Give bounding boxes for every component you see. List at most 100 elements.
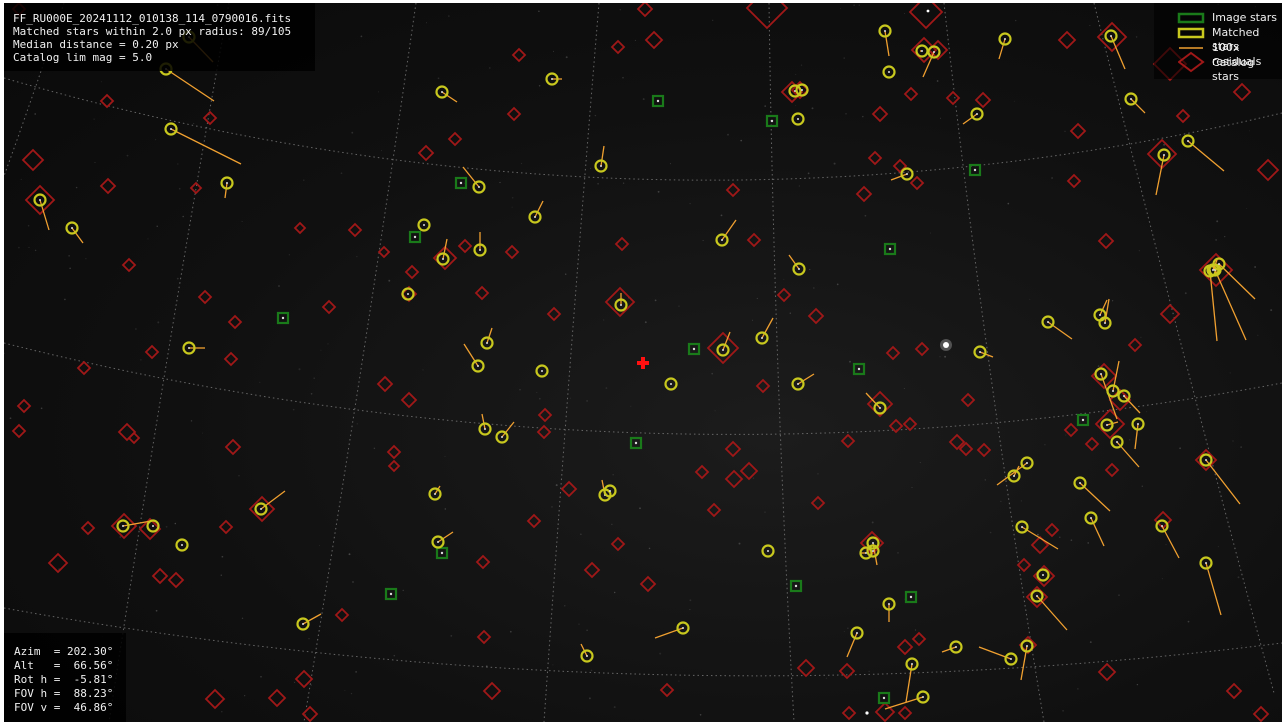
image-star-dot xyxy=(692,347,696,351)
catalog-star-marker xyxy=(796,658,816,678)
matched-star-dot xyxy=(71,227,73,229)
background-noise-dot xyxy=(789,312,791,314)
catalog-star-marker xyxy=(400,391,418,409)
grid-line-azimuth xyxy=(768,3,795,722)
star-dot xyxy=(926,9,930,13)
catalog-star-marker xyxy=(636,3,654,18)
fov-v-text: FOV v = 46.86° xyxy=(14,701,114,714)
matched-star-dot xyxy=(761,337,763,339)
background-noise-dot xyxy=(34,113,37,115)
background-noise-dot xyxy=(319,545,321,546)
matched-star-dot xyxy=(1137,423,1139,425)
background-noise-dot xyxy=(825,677,827,679)
lim-mag-text: Catalog lim mag = 5.0 xyxy=(13,51,153,64)
catalog-star-marker xyxy=(267,688,287,708)
matched-star-dot xyxy=(122,525,124,527)
catalog-star-marker xyxy=(511,47,527,63)
background-noise-dot xyxy=(619,9,621,11)
background-noise-dot xyxy=(764,105,767,107)
background-noise-dot xyxy=(689,609,691,611)
background-noise-dot xyxy=(764,511,766,513)
background-noise-dot xyxy=(862,115,864,118)
catalog-star-marker xyxy=(909,175,925,191)
background-noise-dot xyxy=(839,8,841,10)
background-noise-dot xyxy=(1020,500,1022,502)
catalog-star-marker xyxy=(1252,705,1270,722)
background-noise-dot xyxy=(1237,576,1240,579)
background-noise-dot xyxy=(817,473,819,475)
matched-star-dot xyxy=(722,349,724,351)
yellow-ring-icon xyxy=(1177,27,1205,39)
background-noise-dot xyxy=(1257,334,1259,336)
catalog-star-marker xyxy=(560,480,578,498)
background-noise-dot xyxy=(594,114,597,117)
catalog-star-marker xyxy=(127,431,141,445)
background-noise-dot xyxy=(308,638,310,640)
matched-star-dot xyxy=(1104,322,1106,324)
background-noise-dot xyxy=(603,319,605,321)
background-noise-dot xyxy=(689,599,692,602)
background-noise-dot xyxy=(34,249,37,252)
matched-star-dot xyxy=(797,118,799,120)
residual-line xyxy=(600,145,605,167)
matched-star-dot xyxy=(797,383,799,385)
matched-star-dot xyxy=(921,50,923,52)
background-noise-dot xyxy=(1059,536,1061,539)
catalog-star-marker xyxy=(1016,557,1032,573)
matched-star-dot xyxy=(1079,482,1081,484)
matched-star-dot xyxy=(423,224,425,226)
catalog-star-marker xyxy=(99,177,117,195)
catalog-star-marker xyxy=(706,331,740,365)
background-noise-dot xyxy=(310,684,312,686)
matched-star-dot xyxy=(1163,154,1165,156)
background-noise-dot xyxy=(555,484,558,487)
image-star-dot xyxy=(656,99,660,103)
catalog-star-marker xyxy=(1044,522,1060,538)
catalog-star-marker xyxy=(1057,30,1077,50)
catalog-star-marker xyxy=(1104,462,1120,478)
background-noise-dot xyxy=(590,167,592,169)
matched-star-dot xyxy=(609,490,611,492)
matched-star-dot xyxy=(486,342,488,344)
background-noise-dot xyxy=(340,172,343,175)
matched-star-dot xyxy=(1212,269,1214,271)
background-noise-dot xyxy=(849,360,851,363)
background-noise-dot xyxy=(182,215,184,218)
grid-line-azimuth xyxy=(543,3,600,722)
catalog-star-marker xyxy=(755,378,771,394)
background-noise-dot xyxy=(241,221,243,223)
background-noise-dot xyxy=(858,4,860,6)
background-noise-dot xyxy=(241,617,244,620)
matched-star-dot xyxy=(955,646,957,648)
plot-frame: FF_RU000E_20241112_010138_114_0790016.fi… xyxy=(0,0,1286,726)
background-noise-dot xyxy=(1240,644,1242,646)
matched-star-dot xyxy=(541,370,543,372)
catalog-star-marker xyxy=(204,688,226,710)
image-star-dot xyxy=(909,595,913,599)
background-noise-dot xyxy=(69,267,71,269)
catalog-star-marker xyxy=(706,502,722,518)
image-star-dot xyxy=(882,696,886,700)
background-noise-dot xyxy=(845,112,847,115)
background-noise-dot xyxy=(444,455,446,457)
catalog-star-marker xyxy=(1084,436,1100,452)
catalog-star-marker xyxy=(694,464,710,480)
legend-residuals: 100x residuals xyxy=(1154,41,1282,68)
background-noise-dot xyxy=(811,107,814,110)
background-noise-dot xyxy=(1007,202,1010,205)
image-star-dot xyxy=(857,367,861,371)
background-noise-dot xyxy=(564,605,566,607)
background-noise-dot xyxy=(64,298,66,301)
image-star-dot xyxy=(389,592,393,596)
catalog-star-marker xyxy=(536,424,552,440)
background-noise-dot xyxy=(1051,177,1054,179)
background-noise-dot xyxy=(1013,100,1015,102)
background-noise-dot xyxy=(864,214,867,217)
catalog-star-marker xyxy=(227,314,243,330)
background-noise-dot xyxy=(659,652,662,655)
image-star-dot xyxy=(459,181,463,185)
background-noise-dot xyxy=(588,697,591,700)
background-noise-dot xyxy=(244,695,246,697)
residual-line xyxy=(1187,140,1225,172)
catalog-star-marker xyxy=(840,433,856,449)
